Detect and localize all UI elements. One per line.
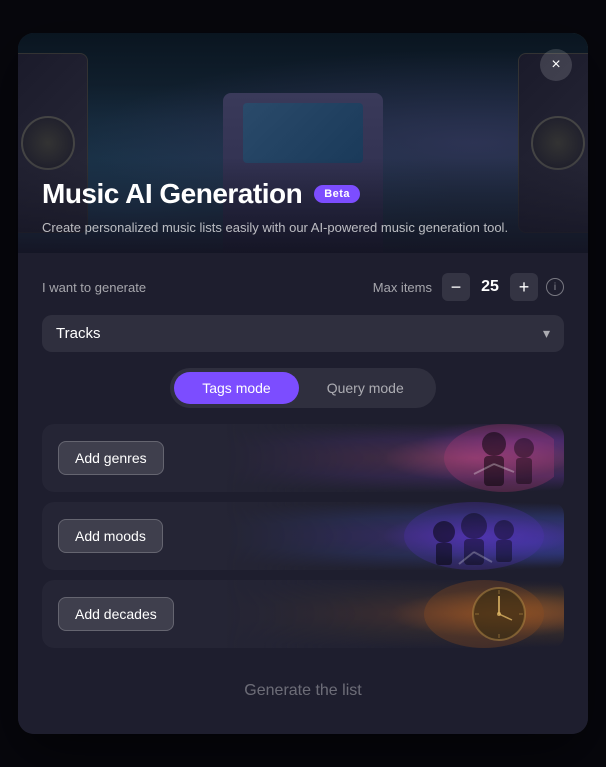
header-content: Music AI Generation Beta Create personal… [18, 158, 588, 254]
generate-controls: I want to generate Max items − 25 + i [42, 273, 564, 301]
tags-mode-button[interactable]: Tags mode [174, 372, 298, 404]
decades-row: Add decades [42, 580, 564, 648]
stepper-value: 25 [472, 278, 508, 296]
add-moods-button[interactable]: Add moods [58, 519, 163, 553]
generate-label: I want to generate [42, 280, 146, 295]
mode-toggle: Tags mode Query mode [170, 368, 436, 408]
max-items-group: Max items − 25 + i [373, 273, 564, 301]
moods-row: Add moods [42, 502, 564, 570]
modal-body: I want to generate Max items − 25 + i Tr… [18, 253, 588, 734]
close-button[interactable]: × [540, 49, 572, 81]
query-mode-button[interactable]: Query mode [299, 372, 432, 404]
decades-figures [344, 580, 564, 648]
beta-badge: Beta [314, 185, 360, 203]
add-genres-button[interactable]: Add genres [58, 441, 164, 475]
moods-art [344, 502, 544, 570]
modal-container: × Music AI Generation Beta Create person… [18, 33, 588, 734]
type-value: Tracks [56, 325, 100, 342]
modal-overlay: × Music AI Generation Beta Create person… [0, 0, 606, 767]
add-decades-button[interactable]: Add decades [58, 597, 174, 631]
modal-subtitle: Create personalized music lists easily w… [42, 218, 564, 238]
stepper: − 25 + [442, 273, 538, 301]
modal-header: × Music AI Generation Beta Create person… [18, 33, 588, 253]
chevron-down-icon: ▾ [543, 325, 550, 342]
genres-figures [344, 424, 564, 492]
generate-list-button[interactable]: Generate the list [42, 668, 564, 714]
type-selector[interactable]: Tracks ▾ [42, 315, 564, 352]
tags-section: Add genres [42, 424, 564, 648]
moods-figures [344, 502, 564, 570]
stepper-plus-button[interactable]: + [510, 273, 538, 301]
genres-art [354, 424, 554, 492]
title-row: Music AI Generation Beta [42, 178, 564, 210]
modal-title: Music AI Generation [42, 178, 302, 210]
info-icon[interactable]: i [546, 278, 564, 296]
genres-row: Add genres [42, 424, 564, 492]
decades-art [344, 580, 544, 648]
stepper-minus-button[interactable]: − [442, 273, 470, 301]
max-items-label: Max items [373, 280, 432, 295]
